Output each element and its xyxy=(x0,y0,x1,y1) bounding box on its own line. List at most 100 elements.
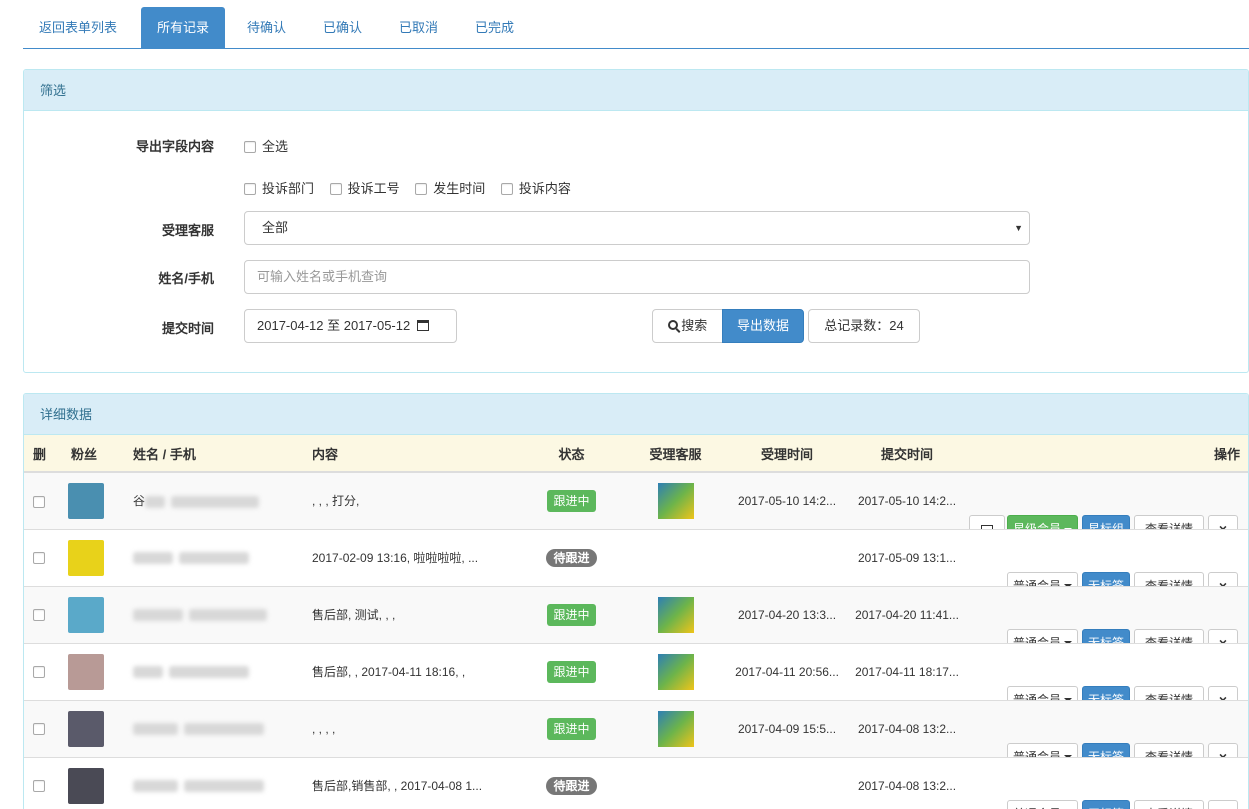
tag-button[interactable]: 无标签 xyxy=(1082,685,1130,700)
member-level-dropdown[interactable]: 普通会员 xyxy=(1007,571,1078,586)
select-all-label: 全选 xyxy=(262,139,289,154)
row-checkbox[interactable] xyxy=(33,780,45,793)
field-checkbox-occurred-time[interactable]: 发生时间 xyxy=(415,178,485,197)
tab-cancelled[interactable]: 已取消 xyxy=(383,7,454,48)
submit-time-label: 提交时间 xyxy=(161,321,214,336)
fan-avatar xyxy=(68,767,104,804)
name-phone-input[interactable]: 可输入姓名或手机查询 xyxy=(244,260,1030,294)
row-content: 售后部, , 2017-04-11 18:16, , xyxy=(312,665,466,679)
delete-button[interactable]: × xyxy=(1208,742,1238,758)
table-row: 售后部,销售部, , 2017-04-08 1... 待跟进 2017-04-0… xyxy=(24,757,1248,809)
close-icon: × xyxy=(1218,748,1228,758)
fan-name: 谷 xyxy=(133,494,146,509)
export-data-button[interactable]: 导出数据 xyxy=(722,309,804,343)
row-checkbox[interactable] xyxy=(33,609,45,622)
tab-back-to-list[interactable]: 返回表单列表 xyxy=(23,7,133,48)
delete-button[interactable]: × xyxy=(1208,514,1238,529)
tag-button[interactable]: 无标签 xyxy=(1082,799,1130,809)
blurred-phone xyxy=(184,723,264,736)
date-range-picker[interactable]: 2017-04-12 至 2017-05-12 xyxy=(244,309,457,343)
col-agent: 受理客服 xyxy=(624,435,727,473)
row-checkbox[interactable] xyxy=(33,495,45,508)
tag-button[interactable]: 无标签 xyxy=(1082,742,1130,757)
name-phone-label: 姓名/手机 xyxy=(158,271,214,286)
filter-heading: 筛选 xyxy=(24,70,1248,111)
delete-button[interactable]: × xyxy=(1208,685,1238,701)
submit-time: 2017-05-09 13:1... xyxy=(857,550,957,565)
fan-avatar xyxy=(68,539,104,576)
accept-time: 2017-05-10 14:2... xyxy=(737,493,837,508)
total-records-badge: 总记录数：24 xyxy=(808,309,920,343)
view-detail-button[interactable]: 查看详情 xyxy=(1134,571,1204,586)
member-level-dropdown[interactable]: 普通会员 xyxy=(1007,799,1078,809)
blurred-phone xyxy=(171,496,260,509)
accept-time xyxy=(727,529,847,586)
agent-avatar xyxy=(657,482,694,519)
col-delete: 删 xyxy=(24,435,57,473)
tab-all-records[interactable]: 所有记录 xyxy=(141,7,226,48)
delete-button[interactable]: × xyxy=(1208,799,1238,809)
accept-time: 2017-04-20 13:3... xyxy=(737,607,837,622)
search-icon xyxy=(667,319,681,333)
row-content: 售后部,销售部, , 2017-04-08 1... xyxy=(312,779,483,793)
tag-button[interactable]: 无标签 xyxy=(1082,628,1130,643)
agent-select[interactable]: 全部 ▼ xyxy=(244,211,1030,245)
agent-avatar xyxy=(657,710,694,747)
view-detail-button[interactable]: 查看详情 xyxy=(1134,514,1204,529)
member-level-dropdown[interactable]: 普通会员 xyxy=(1007,628,1078,643)
view-detail-button[interactable]: 查看详情 xyxy=(1134,742,1204,757)
status-badge: 待跟进 xyxy=(546,548,597,567)
field-checkbox-department[interactable]: 投诉部门 xyxy=(244,178,314,197)
blurred-phone xyxy=(169,666,249,679)
col-actions: 操作 xyxy=(967,435,1248,473)
col-status: 状态 xyxy=(519,435,624,473)
row-content: , , , 打分, xyxy=(312,494,360,509)
field-checkbox-staff-id[interactable]: 投诉工号 xyxy=(329,178,400,197)
field-checkbox-content[interactable]: 投诉内容 xyxy=(500,178,571,197)
col-content: 内容 xyxy=(309,435,519,473)
blurred-phone xyxy=(179,552,249,565)
view-detail-button[interactable]: 查看详情 xyxy=(1134,799,1204,809)
delete-button[interactable]: × xyxy=(1208,628,1238,643)
table-header: 删 粉丝 姓名 / 手机 内容 状态 受理客服 受理时间 提交时间 操作 xyxy=(24,435,1248,473)
blurred-name xyxy=(133,666,163,679)
table-row: 售后部, 测试, , , 跟进中 2017-04-20 13:3... 2017… xyxy=(24,586,1248,643)
view-detail-button[interactable]: 查看详情 xyxy=(1134,628,1204,643)
submit-time: 2017-04-11 18:17... xyxy=(855,664,959,679)
row-checkbox[interactable] xyxy=(33,723,45,736)
member-level-dropdown[interactable]: 星级会员 xyxy=(1007,514,1078,529)
search-button[interactable]: 搜索 xyxy=(652,309,723,343)
member-level-dropdown[interactable]: 普通会员 xyxy=(1007,685,1078,700)
blurred-phone xyxy=(184,780,264,793)
close-icon: × xyxy=(1218,691,1228,701)
tab-pending[interactable]: 待确认 xyxy=(231,7,302,48)
tab-confirmed[interactable]: 已确认 xyxy=(307,7,378,48)
detail-heading: 详细数据 xyxy=(24,394,1248,435)
row-checkbox[interactable] xyxy=(33,552,45,565)
table-row: 2017-02-09 13:16, 啦啦啦啦, ... 待跟进 2017-05-… xyxy=(24,529,1248,586)
calendar-icon xyxy=(416,320,429,332)
tag-button[interactable]: 无标签 xyxy=(1082,571,1130,586)
agent-avatar xyxy=(657,596,694,633)
tab-completed[interactable]: 已完成 xyxy=(459,7,530,48)
submit-time: 2017-04-08 13:2... xyxy=(857,721,957,736)
tag-button[interactable]: 星标组 xyxy=(1082,514,1130,529)
blurred-name xyxy=(133,609,183,622)
chevron-down-icon: ▼ xyxy=(1014,223,1023,233)
blurred-name xyxy=(133,552,173,565)
view-detail-button[interactable]: 查看详情 xyxy=(1134,685,1204,700)
member-level-dropdown[interactable]: 普通会员 xyxy=(1007,742,1078,757)
filter-panel: 筛选 导出字段内容 全选 投诉部门 投诉工号 发生时间 投诉内容 受理客服 全部… xyxy=(23,69,1249,373)
blurred-name xyxy=(133,723,178,736)
accept-time: 2017-04-11 20:56... xyxy=(735,664,839,679)
image-icon xyxy=(981,524,993,529)
row-checkbox[interactable] xyxy=(33,666,45,679)
table-row: 谷 , , , 打分, 跟进中 2017-05-10 14:2... 2017-… xyxy=(24,472,1248,529)
image-button[interactable] xyxy=(969,514,1005,529)
tab-bar: 返回表单列表 所有记录 待确认 已确认 已取消 已完成 xyxy=(23,7,1249,49)
blurred-phone xyxy=(189,609,267,622)
status-badge: 跟进中 xyxy=(547,660,596,683)
agent-avatar xyxy=(657,653,694,690)
delete-button[interactable]: × xyxy=(1208,571,1238,586)
select-all-checkbox[interactable]: 全选 xyxy=(244,136,288,155)
